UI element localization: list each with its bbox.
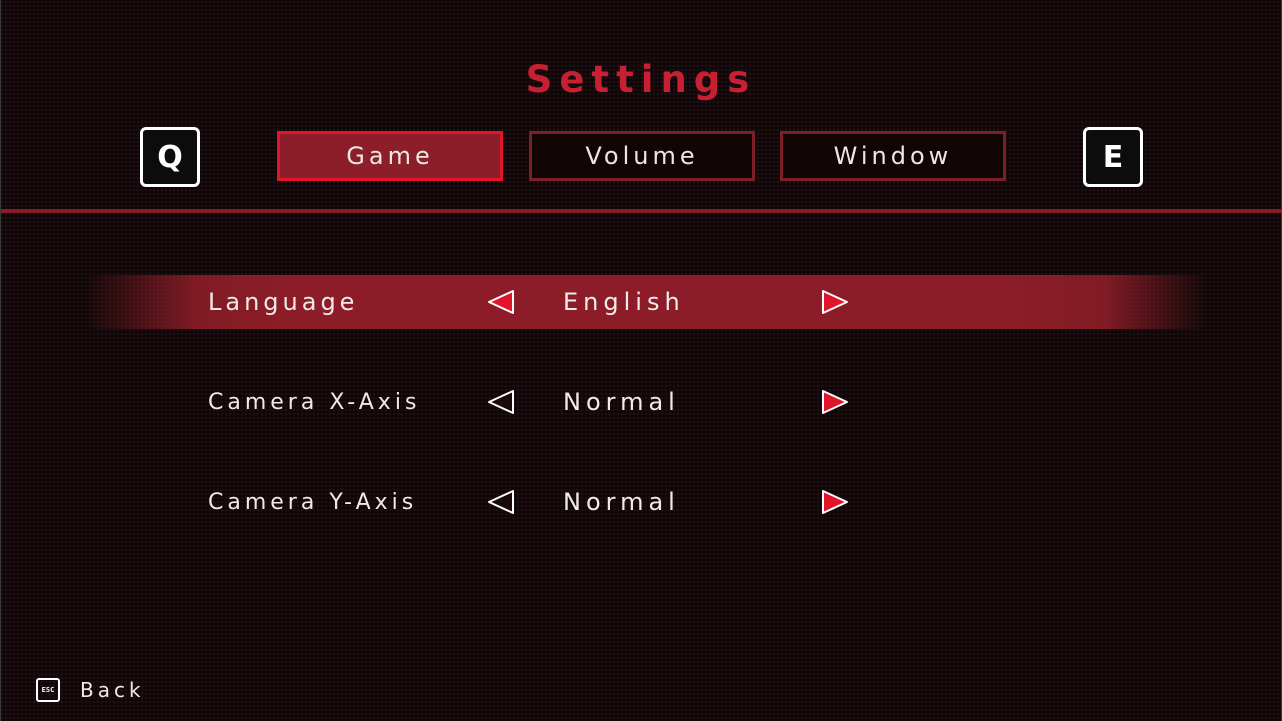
back-label: Back <box>80 678 145 702</box>
triangle-right-icon[interactable] <box>820 289 850 315</box>
setting-value: Normal <box>563 488 680 516</box>
triangle-left-icon[interactable] <box>486 389 516 415</box>
page-title: Settings <box>525 58 757 101</box>
header-divider <box>1 209 1282 213</box>
tab-window[interactable]: Window <box>780 131 1006 181</box>
setting-value: English <box>563 288 685 316</box>
triangle-left-icon[interactable] <box>486 289 516 315</box>
tab-game[interactable]: Game <box>277 131 503 181</box>
setting-value: Normal <box>563 388 680 416</box>
setting-label: Camera Y-Axis <box>208 489 418 515</box>
back-button[interactable]: ESC Back <box>36 678 145 702</box>
setting-row-language[interactable]: Language English <box>86 275 1206 329</box>
next-tab-key-e[interactable]: E <box>1083 127 1143 187</box>
triangle-right-icon[interactable] <box>820 389 850 415</box>
settings-screen: Settings Q Game Volume Window E Language… <box>0 0 1282 721</box>
setting-label: Language <box>208 288 359 316</box>
triangle-right-icon[interactable] <box>820 489 850 515</box>
tab-volume[interactable]: Volume <box>529 131 755 181</box>
setting-label: Camera X-Axis <box>208 389 421 415</box>
setting-row-camera-y-axis[interactable]: Camera Y-Axis Normal <box>86 475 1206 529</box>
prev-tab-key-q[interactable]: Q <box>140 127 200 187</box>
triangle-left-icon[interactable] <box>486 489 516 515</box>
esc-key-icon: ESC <box>36 678 60 702</box>
setting-row-camera-x-axis[interactable]: Camera X-Axis Normal <box>86 375 1206 429</box>
